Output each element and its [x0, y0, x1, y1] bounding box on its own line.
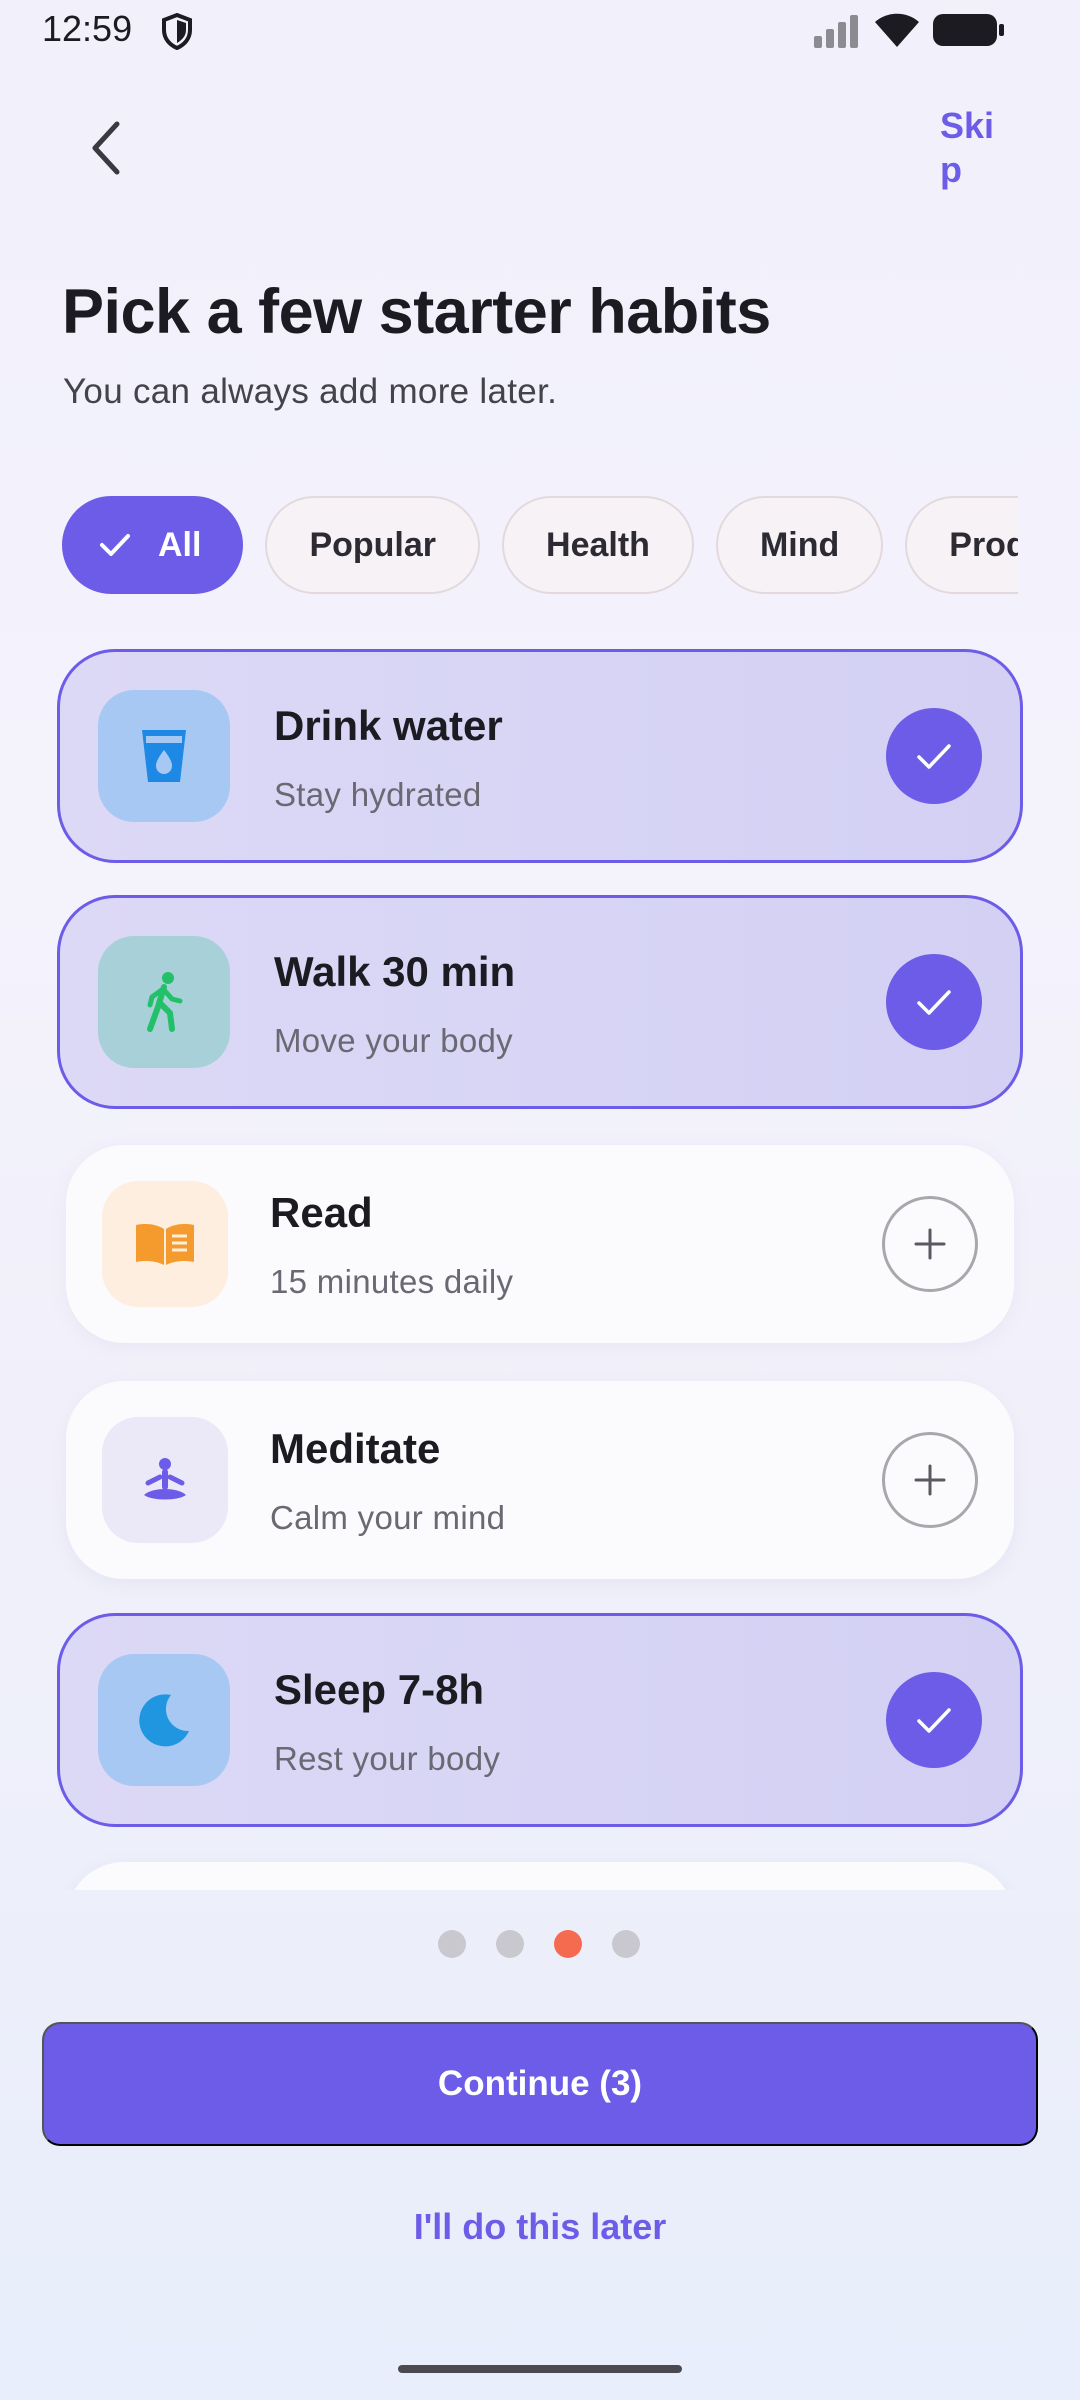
habit-icon-tile [98, 936, 230, 1068]
do-later-link[interactable]: I'll do this later [0, 2206, 1080, 2248]
chip-label: Mind [759, 525, 840, 564]
chip-all[interactable]: All [62, 496, 244, 594]
status-time: 12:59 [42, 8, 133, 49]
signal-icon [814, 15, 858, 48]
page-dot-4[interactable] [612, 1930, 640, 1958]
plus-icon [914, 1464, 946, 1496]
home-indicator[interactable] [398, 2365, 682, 2373]
habit-description: Stay hydrated [274, 776, 482, 813]
chip-mind[interactable]: Mind [715, 496, 884, 594]
chip-productivity[interactable]: Productivity [905, 496, 1018, 594]
check-icon [100, 534, 130, 556]
habit-card-next[interactable] [66, 1862, 1014, 1890]
habit-icon-tile [102, 1417, 228, 1543]
habit-description: Move your body [274, 1022, 513, 1059]
chip-label: All [158, 525, 202, 564]
page-title: Pick a few starter habits [62, 277, 771, 347]
chip-popular[interactable]: Popular [265, 496, 481, 594]
habit-list: Drink water Stay hydrated Walk 30 min Mo… [0, 640, 1080, 1890]
battery-icon [933, 14, 1004, 46]
habit-card-drink-water[interactable]: Drink water Stay hydrated [57, 649, 1023, 863]
habit-description: 15 minutes daily [270, 1263, 514, 1300]
shield-icon [162, 12, 192, 50]
habit-description: Rest your body [274, 1740, 501, 1777]
habit-name: Meditate [270, 1425, 441, 1472]
meditation-icon [144, 1458, 186, 1500]
habit-card-meditate[interactable]: Meditate Calm your mind [66, 1381, 1014, 1579]
habit-icon-tile [102, 1181, 228, 1307]
habit-name: Read [270, 1189, 373, 1236]
skip-button[interactable]: Skip [940, 104, 1010, 194]
habit-selected-toggle[interactable] [886, 708, 982, 804]
page-dot-1[interactable] [438, 1930, 466, 1958]
continue-button[interactable]: Continue (3) [42, 2022, 1038, 2146]
page-subtitle: You can always add more later. [63, 372, 558, 411]
chip-label: Health [546, 525, 650, 564]
check-icon [917, 990, 951, 1015]
habit-card-walk[interactable]: Walk 30 min Move your body [57, 895, 1023, 1109]
habit-icon-tile [98, 690, 230, 822]
habit-card-sleep[interactable]: Sleep 7-8h Rest your body [57, 1613, 1023, 1827]
habit-add-toggle[interactable] [882, 1196, 978, 1292]
moon-icon [139, 1694, 189, 1747]
check-icon [917, 1708, 951, 1733]
pagination-dots [438, 1930, 640, 1958]
habit-name: Walk 30 min [274, 948, 516, 995]
walking-icon [147, 972, 183, 1032]
habit-name: Sleep 7-8h [274, 1666, 485, 1713]
back-button[interactable] [72, 110, 142, 186]
habit-card-read[interactable]: Read 15 minutes daily [66, 1145, 1014, 1343]
page-dot-2[interactable] [496, 1930, 524, 1958]
wifi-icon [875, 13, 919, 47]
habit-add-toggle[interactable] [882, 1432, 978, 1528]
book-icon [136, 1224, 194, 1265]
habit-selected-toggle[interactable] [886, 954, 982, 1050]
status-bar: 12:59 [0, 0, 1080, 60]
check-icon [917, 744, 951, 769]
habit-name: Drink water [274, 702, 503, 749]
plus-icon [914, 1228, 946, 1260]
chip-health[interactable]: Health [502, 496, 694, 594]
page-dot-3-active[interactable] [554, 1930, 582, 1958]
chip-label: Productivity [949, 525, 1018, 564]
habit-icon-tile [98, 1654, 230, 1786]
habit-description: Calm your mind [270, 1499, 506, 1536]
habit-selected-toggle[interactable] [886, 1672, 982, 1768]
water-glass-icon [142, 730, 186, 782]
filter-chip-row: All Popular Health Mind Productivity [62, 496, 1018, 596]
chip-label: Popular [309, 525, 437, 564]
chevron-left-icon [92, 121, 120, 175]
